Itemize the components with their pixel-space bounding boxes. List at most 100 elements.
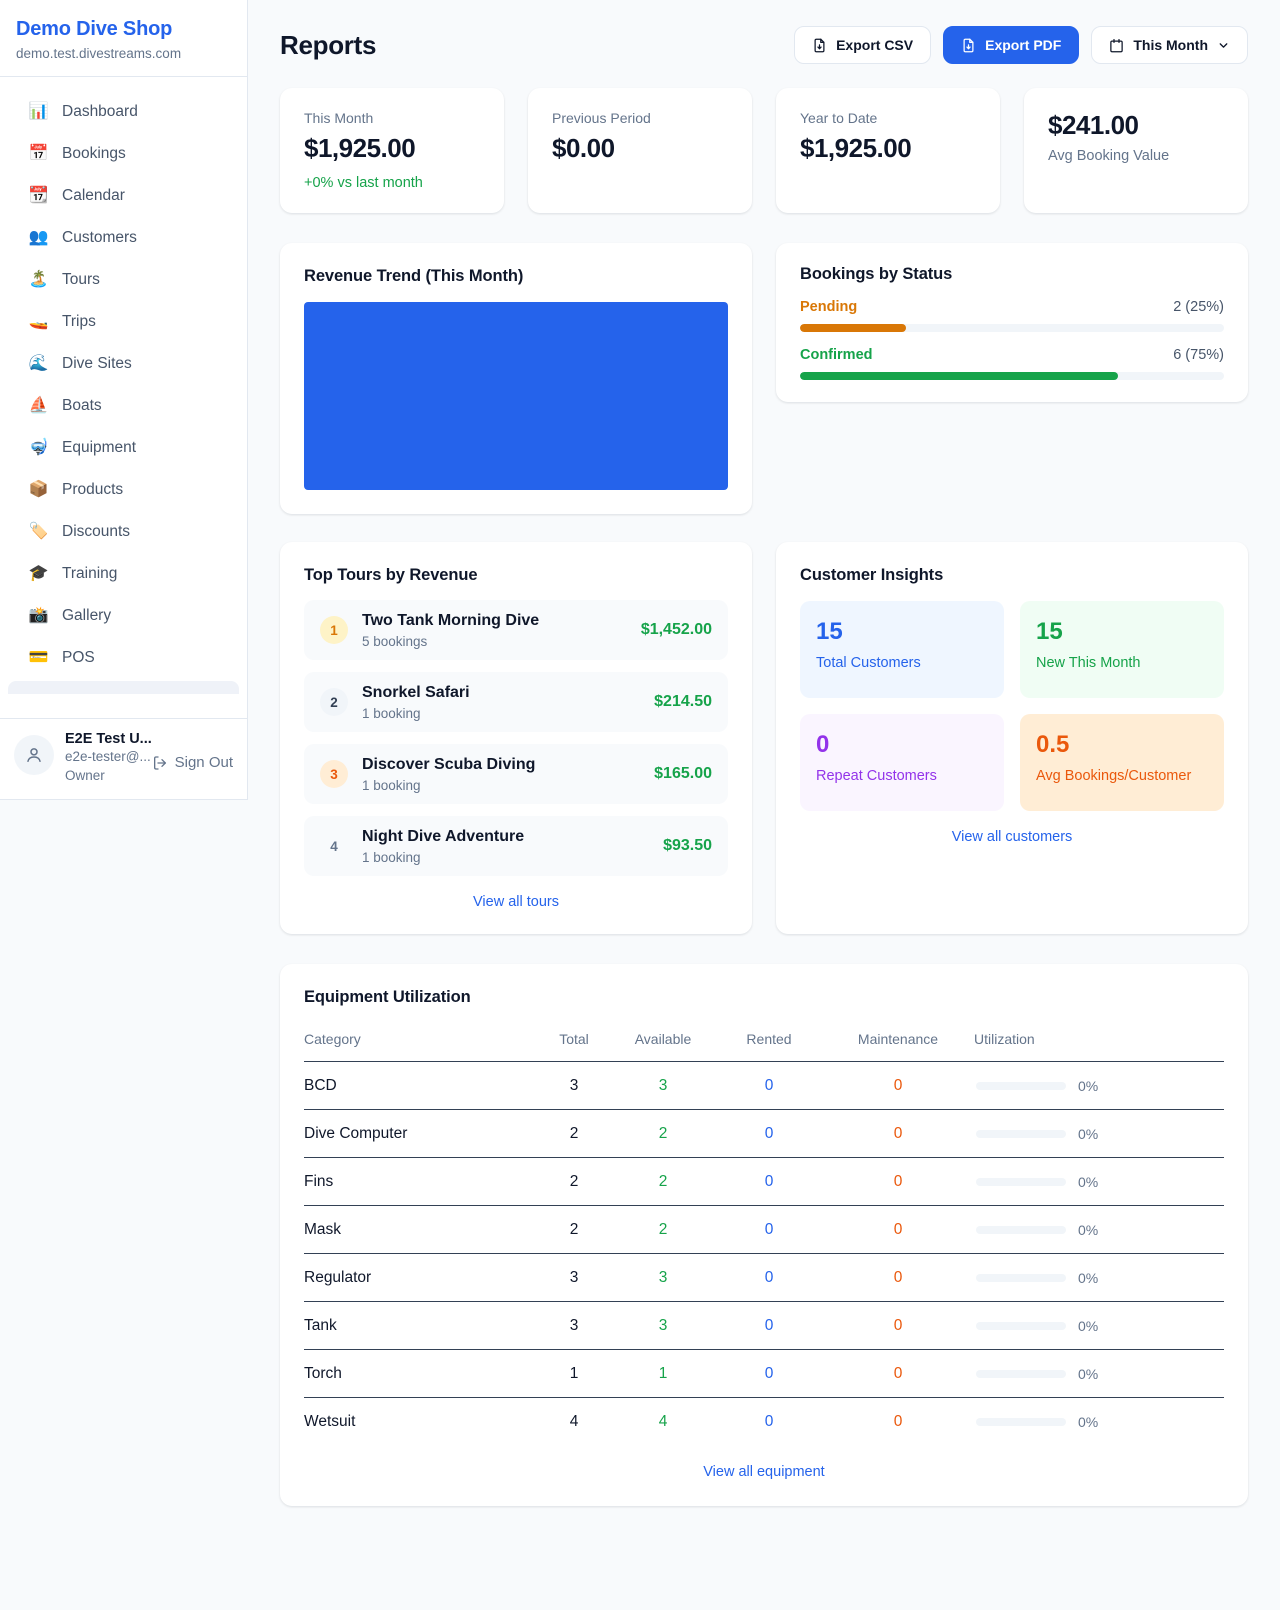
sidebar-item-label: Equipment — [62, 437, 136, 459]
progress-track — [800, 372, 1224, 380]
cell-category: Dive Computer — [304, 1125, 538, 1143]
period-dropdown[interactable]: This Month — [1091, 26, 1248, 64]
chevron-down-icon — [1217, 39, 1230, 52]
utilization-pct: 0% — [1078, 1366, 1098, 1382]
sidebar-item-label: Trips — [62, 311, 96, 333]
tour-bookings: 1 booking — [362, 850, 649, 865]
view-all-equipment-link[interactable]: View all equipment — [304, 1464, 1224, 1480]
utilization-pct: 0% — [1078, 1174, 1098, 1190]
cell-maintenance: 0 — [822, 1365, 974, 1383]
sidebar-item-bookings[interactable]: 📅 Bookings — [8, 133, 239, 175]
table-row: BCD 3 3 0 0 0% — [304, 1062, 1224, 1110]
progress-track — [800, 324, 1224, 332]
column-header-rented: Rented — [716, 1031, 822, 1047]
status-label-confirmed: Confirmed — [800, 347, 873, 363]
stat-card-previous-period: Previous Period $0.00 — [528, 88, 752, 213]
cell-utilization: 0% — [974, 1222, 1224, 1238]
stat-label: Previous Period — [552, 110, 728, 126]
sidebar-item-label: Products — [62, 479, 123, 501]
equipment-utilization-panel: Equipment Utilization Category Total Ava… — [280, 964, 1248, 1506]
cell-rented: 0 — [716, 1317, 822, 1335]
lists-row: Top Tours by Revenue 1 Two Tank Morning … — [280, 542, 1248, 934]
sidebar-item-dashboard[interactable]: 📊 Dashboard — [8, 91, 239, 133]
bookings-by-status-panel: Bookings by Status Pending 2 (25%) Confi… — [776, 243, 1248, 402]
sidebar-item-products[interactable]: 📦 Products — [8, 469, 239, 511]
tour-amount: $93.50 — [663, 837, 712, 855]
stat-value: $1,925.00 — [304, 133, 480, 164]
tour-name: Night Dive Adventure — [362, 827, 649, 847]
view-all-tours-link[interactable]: View all tours — [304, 894, 728, 910]
sign-out-label: Sign Out — [175, 754, 233, 771]
dashboard-icon: 📊 — [28, 101, 49, 123]
sidebar-item-label: POS — [62, 647, 95, 669]
brand-name: Demo Dive Shop — [16, 18, 231, 41]
cell-rented: 0 — [716, 1125, 822, 1143]
export-csv-label: Export CSV — [836, 37, 913, 53]
equipment-table: Category Total Available Rented Maintena… — [304, 1023, 1224, 1446]
stat-delta: +0% vs last month — [304, 175, 480, 191]
tour-amount: $1,452.00 — [641, 621, 712, 639]
brand-domain: demo.test.divestreams.com — [16, 46, 231, 61]
export-csv-button[interactable]: Export CSV — [794, 26, 931, 64]
list-item: 1 Two Tank Morning Dive 5 bookings $1,45… — [304, 600, 728, 660]
rank-badge: 4 — [320, 832, 348, 860]
calendar-icon: 📆 — [28, 185, 49, 207]
tile-value: 15 — [816, 618, 988, 646]
sidebar-item-gallery[interactable]: 📸 Gallery — [8, 595, 239, 637]
list-item: 3 Discover Scuba Diving 1 booking $165.0… — [304, 744, 728, 804]
utilization-pct: 0% — [1078, 1126, 1098, 1142]
cell-utilization: 0% — [974, 1078, 1224, 1094]
sidebar-item-label: Dive Sites — [62, 353, 132, 375]
utilization-pct: 0% — [1078, 1270, 1098, 1286]
export-pdf-button[interactable]: Export PDF — [943, 26, 1079, 64]
cell-rented: 0 — [716, 1269, 822, 1287]
utilization-bar — [976, 1178, 1066, 1186]
tour-bookings: 5 bookings — [362, 634, 627, 649]
sidebar-item-customers[interactable]: 👥 Customers — [8, 217, 239, 259]
sidebar-item-boats[interactable]: ⛵ Boats — [8, 385, 239, 427]
sidebar-item-trips[interactable]: 🚤 Trips — [8, 301, 239, 343]
cell-maintenance: 0 — [822, 1317, 974, 1335]
cell-available: 2 — [610, 1221, 716, 1239]
tile-value: 0 — [816, 731, 988, 759]
tile-label: Repeat Customers — [816, 768, 988, 784]
user-role: Owner — [65, 766, 141, 785]
insight-tile-new-this-month: 15 New This Month — [1020, 601, 1224, 698]
table-row: Dive Computer 2 2 0 0 0% — [304, 1110, 1224, 1158]
utilization-pct: 0% — [1078, 1222, 1098, 1238]
view-all-customers-link[interactable]: View all customers — [800, 829, 1224, 845]
status-row-pending: Pending 2 (25%) — [800, 299, 1224, 332]
cell-utilization: 0% — [974, 1174, 1224, 1190]
cell-available: 2 — [610, 1173, 716, 1191]
sidebar-item-label: Gallery — [62, 605, 111, 627]
sidebar-item-discounts[interactable]: 🏷️ Discounts — [8, 511, 239, 553]
equipment-utilization-title: Equipment Utilization — [304, 988, 1224, 1007]
cell-category: Fins — [304, 1173, 538, 1191]
sidebar-item-pos[interactable]: 💳 POS — [8, 637, 239, 679]
cell-total: 1 — [538, 1365, 610, 1383]
stat-label: This Month — [304, 110, 480, 126]
boats-icon: ⛵ — [28, 395, 49, 417]
cell-category: Tank — [304, 1317, 538, 1335]
sidebar-item-dive-sites[interactable]: 🌊 Dive Sites — [8, 343, 239, 385]
revenue-trend-title: Revenue Trend (This Month) — [304, 267, 728, 286]
sign-out-button[interactable]: Sign Out — [152, 754, 233, 771]
period-label: This Month — [1133, 37, 1208, 53]
file-download-icon — [961, 38, 976, 53]
table-row: Mask 2 2 0 0 0% — [304, 1206, 1224, 1254]
sidebar-item-calendar[interactable]: 📆 Calendar — [8, 175, 239, 217]
training-icon: 🎓 — [28, 563, 49, 585]
table-row: Torch 1 1 0 0 0% — [304, 1350, 1224, 1398]
sidebar-item-reports[interactable] — [8, 681, 239, 694]
cell-maintenance: 0 — [822, 1413, 974, 1431]
sidebar-item-tours[interactable]: 🏝️ Tours — [8, 259, 239, 301]
sidebar-item-training[interactable]: 🎓 Training — [8, 553, 239, 595]
utilization-bar — [976, 1130, 1066, 1138]
table-row: Wetsuit 4 4 0 0 0% — [304, 1398, 1224, 1446]
cell-total: 3 — [538, 1077, 610, 1095]
progress-fill-confirmed — [800, 372, 1118, 380]
user-panel: E2E Test U... e2e-tester@... Owner Sign … — [0, 718, 247, 799]
table-row: Regulator 3 3 0 0 0% — [304, 1254, 1224, 1302]
sidebar-item-equipment[interactable]: 🤿 Equipment — [8, 427, 239, 469]
cell-maintenance: 0 — [822, 1269, 974, 1287]
